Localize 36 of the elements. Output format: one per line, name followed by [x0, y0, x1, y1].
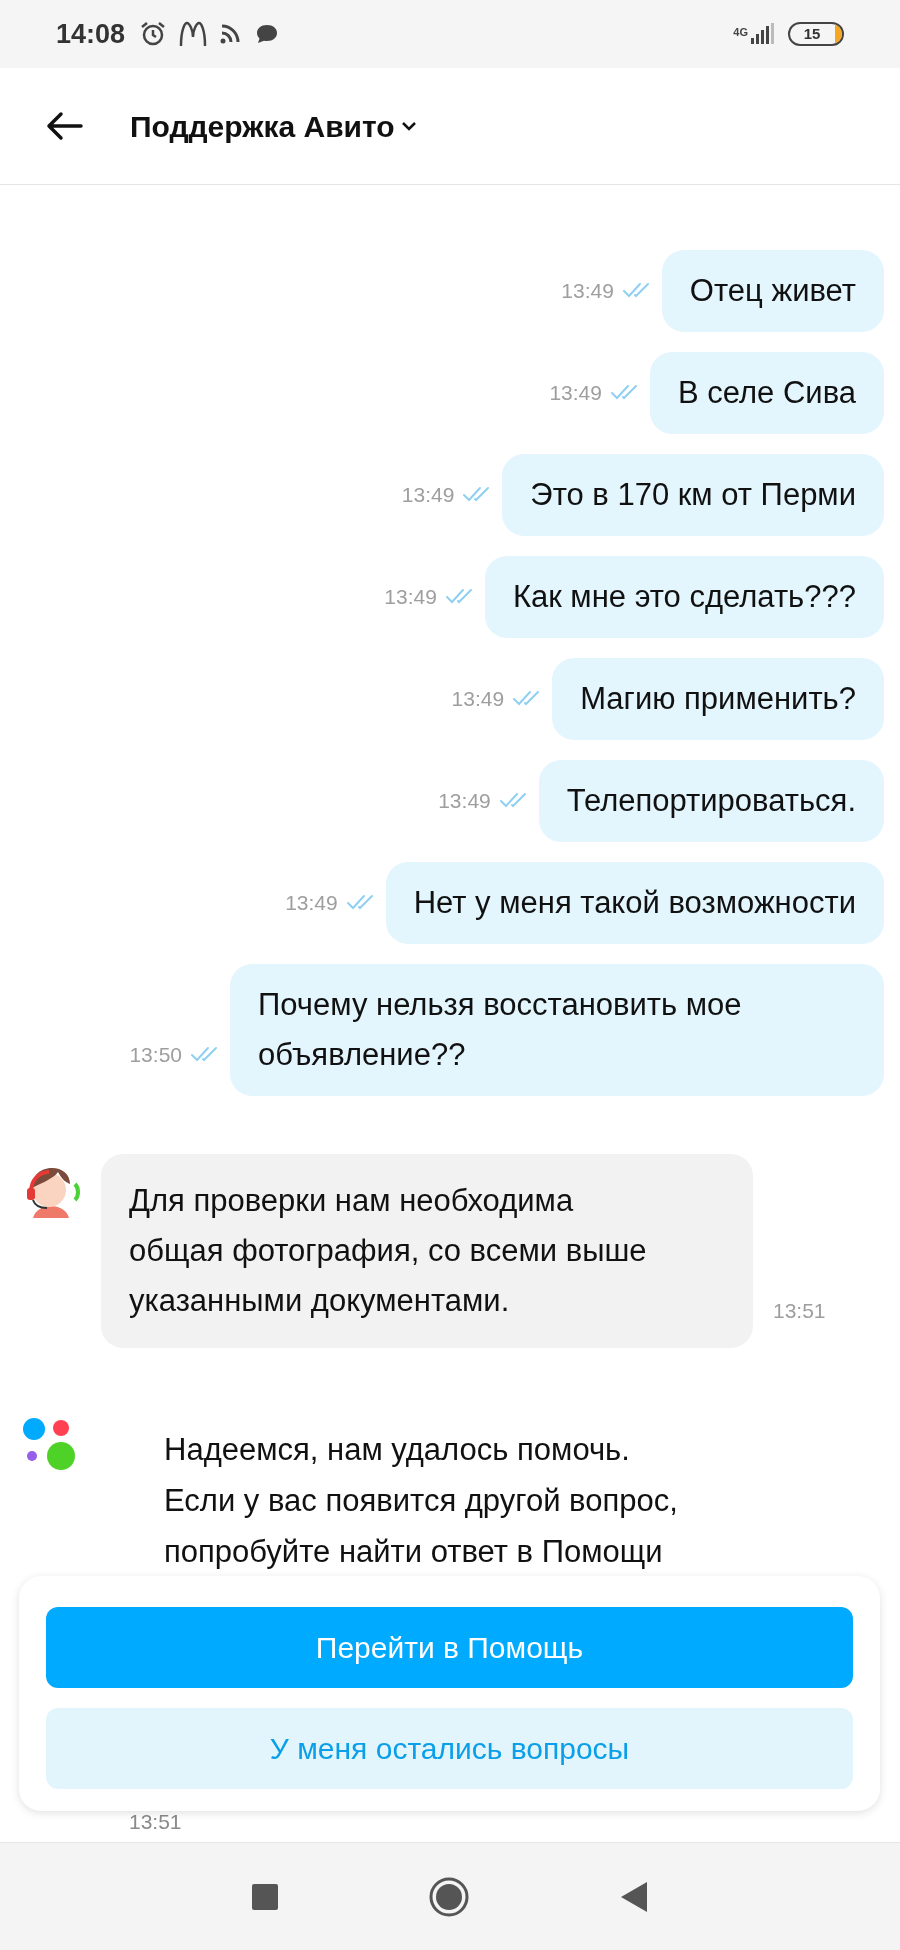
- back-arrow-icon[interactable]: [45, 111, 83, 141]
- message-bubble: Нет у меня такой возможности: [385, 862, 884, 944]
- chat-title[interactable]: Поддержка Авито: [130, 103, 395, 149]
- home-circle-icon[interactable]: [428, 1875, 470, 1918]
- message-bubble: Отец живет: [661, 250, 884, 332]
- message-time: 13:49: [401, 481, 455, 508]
- message-bubble: Для проверки нам необходима общая фотография, со всеми выше указанными документами.: [101, 1154, 753, 1348]
- message-time: 13:51: [129, 1811, 182, 1832]
- signal-icon: [750, 23, 774, 45]
- message-bubble: В селе Сива: [650, 352, 884, 434]
- arches-icon: [179, 21, 208, 47]
- message-time: 13:51: [773, 1297, 826, 1324]
- message-time: 13:49: [561, 277, 614, 304]
- message-bubble: Телепортироваться.: [538, 760, 884, 842]
- status-time: 14:08: [56, 17, 126, 51]
- message-bubble: Как мне это сделать???: [484, 556, 884, 638]
- chevron-down-icon[interactable]: [400, 121, 417, 131]
- chat-bubble-icon: [255, 23, 280, 45]
- message-time: 13:49: [438, 787, 491, 814]
- back-triangle-icon[interactable]: [620, 1880, 648, 1913]
- message-time: 13:49: [451, 685, 505, 712]
- message-time: 13:49: [384, 583, 437, 610]
- message-bubble: Это в 170 км от Перми: [502, 454, 884, 536]
- message-bubble: Магию применить?: [552, 658, 884, 740]
- network-type: 4G: [733, 25, 748, 40]
- help-button[interactable]: Перейти в Помощь: [46, 1607, 853, 1688]
- battery-indicator: 15: [788, 22, 844, 46]
- message-time: 13:49: [549, 379, 602, 406]
- message-time: 13:49: [285, 889, 338, 916]
- questions-button[interactable]: У меня остались вопросы: [46, 1708, 853, 1789]
- message-bubble: Почему нельзя восстановить мое объявление??: [230, 964, 884, 1096]
- recents-square-icon[interactable]: [252, 1883, 278, 1910]
- dots-logo-icon: [22, 1417, 78, 1473]
- message-time: 13:50: [129, 1041, 182, 1068]
- message-text: Надеемся, нам удалось помочь. Если у вас появится другой вопрос, попробуйте найти ответ в Помощи: [164, 1431, 678, 1571]
- rss-icon: [219, 23, 242, 45]
